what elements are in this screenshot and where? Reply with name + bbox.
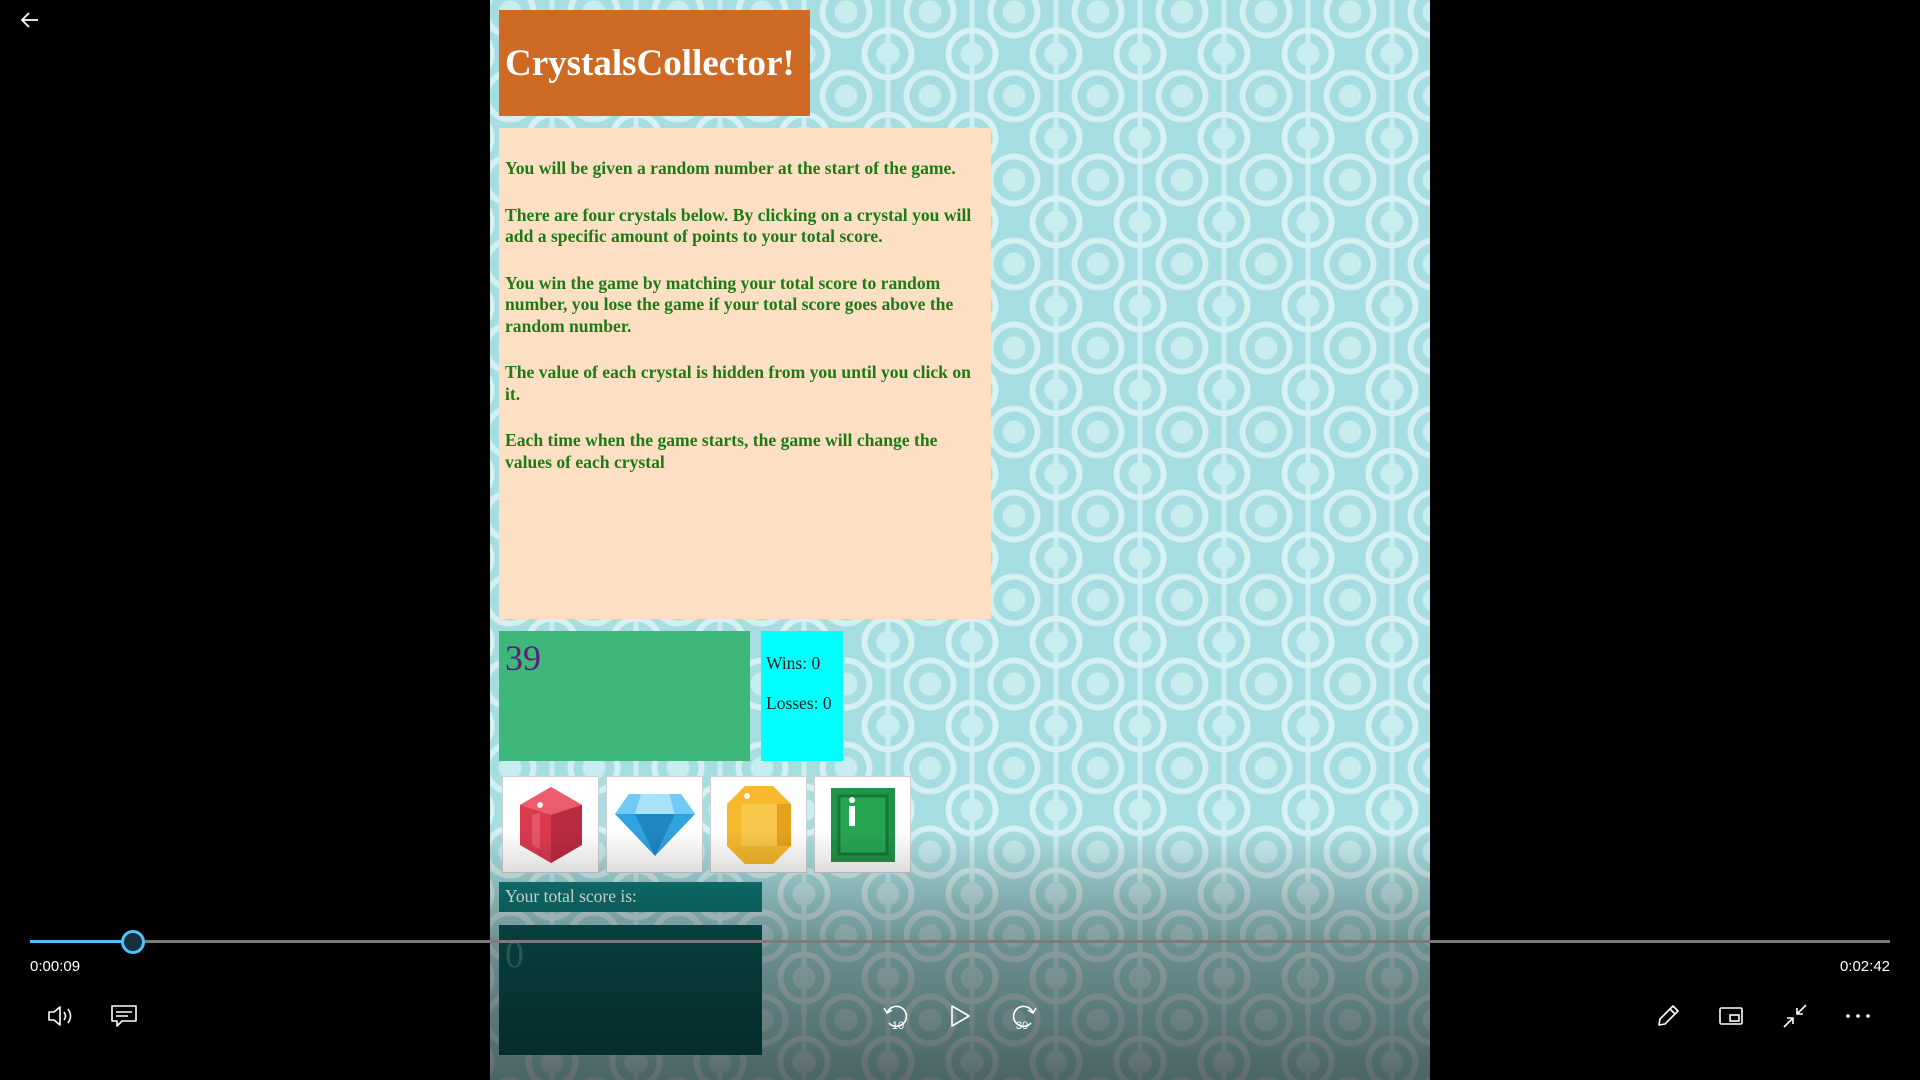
back-button[interactable] [14, 6, 46, 34]
instructions-panel: You will be given a random number at the… [499, 128, 991, 619]
more-options-button[interactable] [1835, 996, 1881, 1036]
green-gem-icon [830, 787, 895, 862]
total-score-box: 0 [499, 925, 762, 1055]
instruction-text: The value of each crystal is hidden from… [505, 362, 971, 404]
mini-view-icon [1719, 1007, 1743, 1025]
losses-count: Losses: 0 [766, 693, 832, 713]
skip-back-10-icon: 10 [883, 1005, 908, 1032]
blue-diamond-icon [614, 793, 695, 856]
seek-bar-progress [30, 940, 134, 943]
subtitles-icon [111, 1005, 137, 1027]
game-title-box: CrystalsCollector! [499, 10, 810, 116]
target-number-box: 39 [499, 631, 750, 761]
yellow-gem-icon [726, 785, 791, 864]
play-icon [951, 1005, 970, 1027]
score-label-box: Your total score is: [499, 882, 762, 912]
instruction-text: Each time when the game starts, the game… [505, 430, 938, 472]
score-label: Your total score is: [505, 886, 637, 906]
crystal-button-yellow[interactable] [710, 776, 807, 873]
skip-forward-seconds: 30 [1016, 1020, 1028, 1032]
subtitles-button[interactable] [101, 996, 147, 1036]
instruction-text: You win the game by matching your total … [505, 272, 954, 336]
crystal-button-blue[interactable] [606, 776, 703, 873]
red-gem-icon [519, 786, 582, 863]
crystal-button-red[interactable] [502, 776, 599, 873]
video-frame[interactable]: CrystalsCollector! You will be given a r… [490, 0, 1430, 1080]
target-number: 39 [505, 638, 541, 678]
skip-back-button[interactable]: 10 [874, 996, 920, 1036]
arrow-left-icon [20, 12, 38, 28]
current-time: 0:00:09 [30, 958, 81, 975]
skip-forward-button[interactable]: 30 [1000, 996, 1046, 1036]
play-button[interactable] [937, 996, 983, 1036]
instruction-text: There are four crystals below. By clicki… [505, 204, 972, 247]
mini-view-button[interactable] [1708, 996, 1754, 1036]
seek-thumb[interactable] [121, 930, 146, 954]
edit-button[interactable] [1645, 996, 1691, 1036]
stats-box: Wins: 0 Losses: 0 [761, 631, 843, 761]
pencil-icon [1658, 1005, 1679, 1026]
volume-icon [48, 1006, 72, 1026]
crystal-row [502, 776, 911, 873]
instruction-text: You will be given a random number at the… [505, 158, 956, 178]
skip-forward-30-icon: 30 [1012, 1005, 1037, 1032]
seek-bar[interactable] [30, 940, 1890, 943]
volume-button[interactable] [38, 996, 84, 1036]
skip-back-seconds: 10 [892, 1020, 904, 1032]
crystal-button-green[interactable] [814, 776, 911, 873]
exit-fullscreen-icon [1783, 1004, 1807, 1028]
total-time: 0:02:42 [1839, 958, 1890, 975]
game-title: CrystalsCollector! [505, 42, 795, 84]
wins-count: Wins: 0 [766, 653, 821, 673]
more-icon [1846, 1014, 1870, 1018]
exit-fullscreen-button[interactable] [1772, 996, 1818, 1036]
